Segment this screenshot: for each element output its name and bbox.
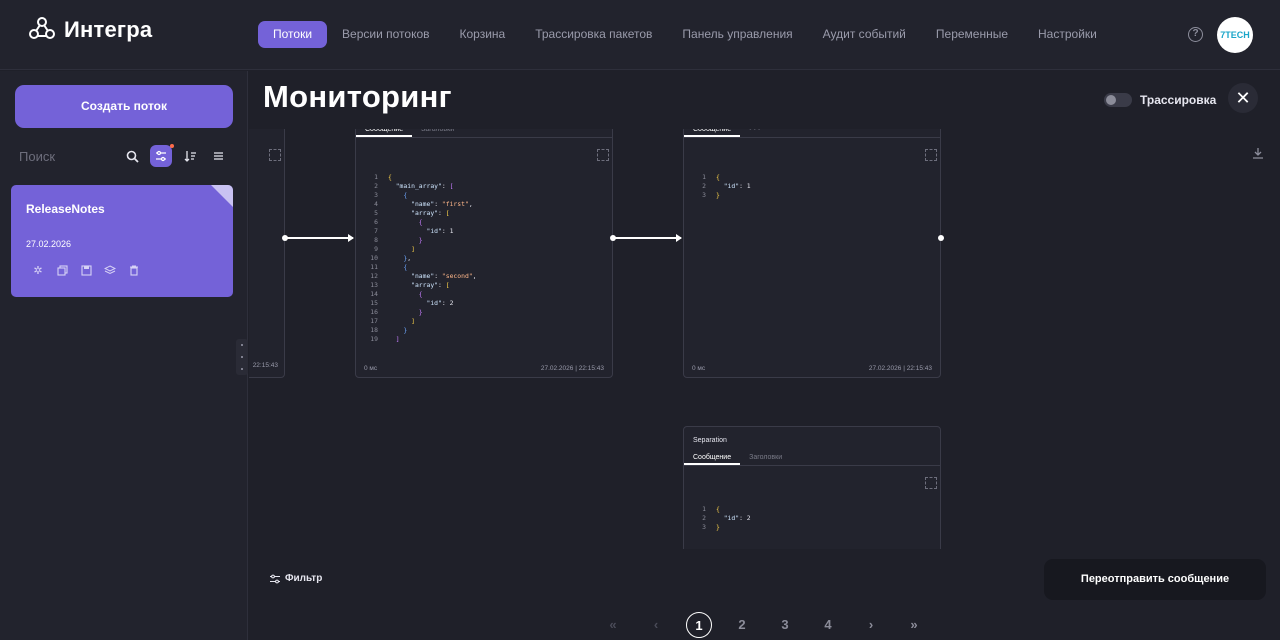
node-tabs: Сообщение Заголовки: [356, 129, 612, 138]
nav-item-trash[interactable]: Корзина: [445, 21, 521, 48]
tab-headers[interactable]: Заголовки: [412, 129, 463, 137]
create-flow-button[interactable]: Создать поток: [15, 85, 233, 128]
search-row: [19, 144, 229, 167]
flow-card[interactable]: ReleaseNotes 27.02.2026 ✲: [11, 185, 233, 297]
node-duration: 0 мс: [692, 365, 706, 372]
node-timestamp: 27.02.2026 | 22:15:43: [540, 365, 604, 372]
main-nav: Потоки Версии потоков Корзина Трассировк…: [258, 21, 1112, 48]
flow-node-message[interactable]: Сообщение Заголовки 1{ 2 "main_array": […: [355, 129, 613, 378]
filter-button[interactable]: Фильтр: [270, 573, 322, 584]
node-timestamp: 22:15:43: [252, 362, 278, 369]
search-icon[interactable]: [121, 145, 143, 167]
node-duration: 0 мс: [364, 365, 378, 372]
sidebar: Создать поток ReleaseNotes 27.02.2026 ✲: [0, 71, 248, 640]
nav-item-flows[interactable]: Потоки: [258, 21, 328, 48]
nav-item-dashboard[interactable]: Панель управления: [667, 21, 807, 48]
filter-label: Фильтр: [285, 573, 323, 584]
tab-message[interactable]: Сообщение: [684, 452, 741, 465]
nav-item-packet-tracing[interactable]: Трассировка пакетов: [520, 21, 667, 48]
connection-arrow: [282, 234, 354, 242]
expand-icon[interactable]: [269, 149, 281, 161]
expand-icon[interactable]: [925, 149, 937, 161]
node-title: Separation: [693, 437, 727, 444]
page-last-button[interactable]: »: [901, 612, 927, 638]
flow-name: ReleaseNotes: [26, 202, 105, 216]
nav-item-flow-versions[interactable]: Версии потоков: [327, 21, 444, 48]
menu-list-icon[interactable]: [207, 145, 229, 167]
sort-icon[interactable]: [179, 145, 201, 167]
app-logo[interactable]: Интегра: [28, 17, 152, 43]
trace-toggle[interactable]: [1104, 93, 1132, 107]
nav-item-variables[interactable]: Переменные: [921, 21, 1023, 48]
help-icon[interactable]: ?: [1188, 27, 1203, 42]
copy-icon[interactable]: [55, 263, 69, 277]
json-viewer: 1{ 2 "id": 1 3}: [702, 173, 751, 199]
page-prev-button[interactable]: ‹: [643, 612, 669, 638]
search-input[interactable]: [19, 145, 119, 167]
tab-message[interactable]: Сообщение: [684, 129, 741, 137]
filter-settings-icon[interactable]: [150, 144, 174, 167]
page-1-button[interactable]: 1: [686, 612, 712, 638]
layers-icon[interactable]: [103, 263, 117, 277]
json-viewer: 1{ 2 "main_array": [ 3 { 4 "name": "firs…: [370, 173, 477, 343]
flow-node-output[interactable]: Сообщение • • • 1{ 2 "id": 1 3} 0 мс 27.…: [683, 129, 941, 378]
panel-resize-handle[interactable]: [236, 339, 248, 375]
pagination: « ‹ 1 2 3 4 › »: [600, 612, 944, 638]
top-bar: Интегра Потоки Версии потоков Корзина Тр…: [0, 0, 1280, 70]
output-port[interactable]: [938, 235, 944, 241]
page-next-button[interactable]: ›: [858, 612, 884, 638]
save-icon[interactable]: [79, 263, 93, 277]
page-title: Мониторинг: [263, 79, 452, 114]
page-first-button[interactable]: «: [600, 612, 626, 638]
node-tabs: Сообщение Заголовки: [684, 452, 940, 466]
flow-actions: ✲: [31, 263, 141, 277]
filter-icon: [270, 574, 280, 583]
page-2-button[interactable]: 2: [729, 612, 755, 638]
connection-arrow: [610, 234, 682, 242]
gear-icon[interactable]: ✲: [31, 263, 45, 277]
flow-date: 27.02.2026: [26, 239, 72, 249]
page-3-button[interactable]: 3: [772, 612, 798, 638]
download-icon[interactable]: [1252, 147, 1264, 162]
flow-node-separation[interactable]: Separation Сообщение Заголовки 1{ 2 "id"…: [683, 426, 941, 549]
node-tabs: Сообщение • • •: [684, 129, 940, 138]
main-panel: Мониторинг Трассировка ✕ 22:15:43 Сообще…: [249, 71, 1280, 640]
tab-message[interactable]: Сообщение: [356, 129, 413, 137]
logo-icon: [29, 17, 55, 39]
avatar[interactable]: 7TECH: [1217, 17, 1253, 53]
expand-icon[interactable]: [925, 477, 937, 489]
page-4-button[interactable]: 4: [815, 612, 841, 638]
trace-label: Трассировка: [1140, 93, 1217, 107]
app-name: Интегра: [64, 17, 153, 42]
trash-icon[interactable]: [127, 263, 141, 277]
tab-headers[interactable]: Заголовки: [740, 452, 791, 465]
nav-item-event-audit[interactable]: Аудит событий: [808, 21, 921, 48]
flow-canvas[interactable]: 22:15:43 Сообщение Заголовки 1{ 2 "main_…: [249, 129, 1280, 549]
flow-card-corner: [211, 185, 233, 207]
resend-message-button[interactable]: Переотправить сообщение: [1044, 559, 1266, 600]
tab-more[interactable]: • • •: [740, 129, 769, 137]
node-timestamp: 27.02.2026 | 22:15:43: [868, 365, 932, 372]
flow-node-source[interactable]: 22:15:43: [249, 129, 285, 378]
close-button[interactable]: ✕: [1228, 83, 1258, 113]
filter-active-dot: [170, 144, 174, 148]
nav-item-settings[interactable]: Настройки: [1023, 21, 1112, 48]
json-viewer: 1{ 2 "id": 2 3}: [702, 505, 751, 531]
expand-icon[interactable]: [597, 149, 609, 161]
